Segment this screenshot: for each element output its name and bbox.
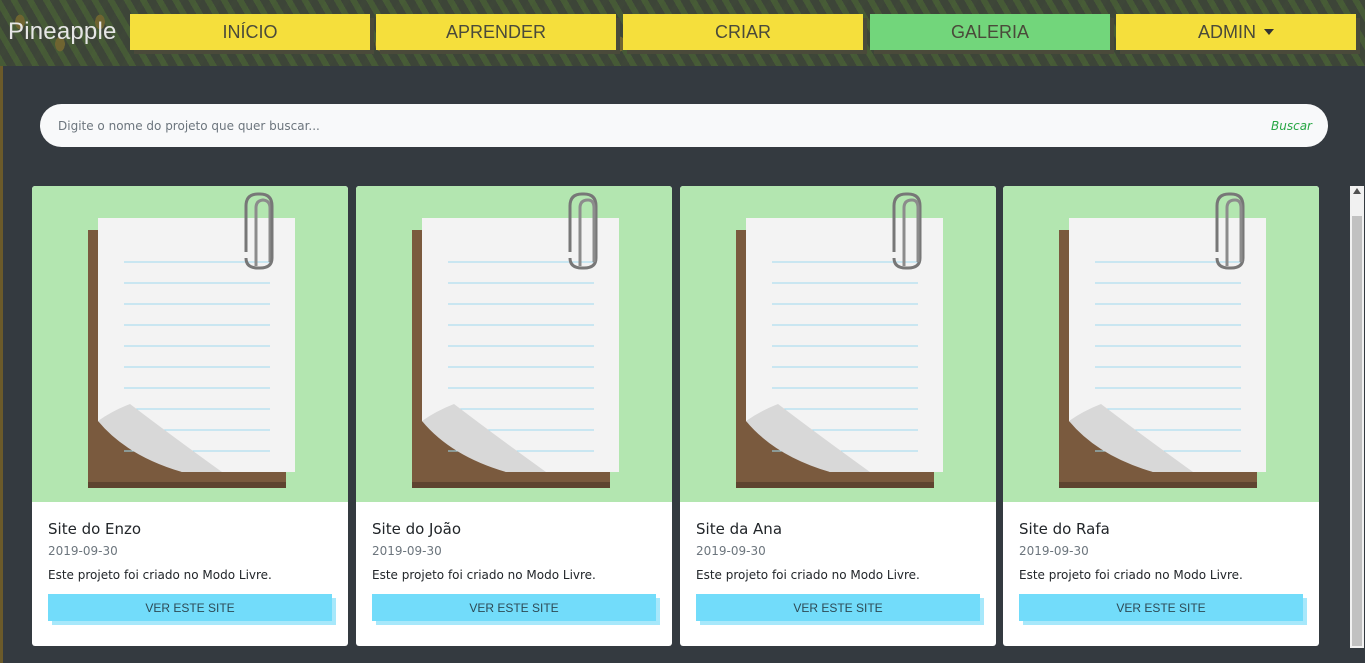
project-card: Site da Ana 2019-09-30 Este projeto foi …	[680, 186, 996, 646]
view-site-button[interactable]: VER ESTE SITE	[1019, 594, 1303, 621]
project-title: Site do João	[372, 520, 462, 538]
project-card: Site do Rafa 2019-09-30 Este projeto foi…	[1003, 186, 1319, 646]
project-card: Site do Enzo 2019-09-30 Este projeto foi…	[32, 186, 348, 646]
notepad-paperclip-icon	[1003, 186, 1319, 502]
search-button[interactable]: Buscar	[1271, 119, 1312, 133]
scroll-thumb[interactable]	[1352, 216, 1362, 646]
project-description: Este projeto foi criado no Modo Livre.	[372, 568, 596, 582]
notepad-paperclip-icon	[32, 186, 348, 502]
project-title: Site do Rafa	[1019, 520, 1110, 538]
view-site-button[interactable]: VER ESTE SITE	[48, 594, 332, 621]
view-site-button[interactable]: VER ESTE SITE	[696, 594, 980, 621]
nav-criar-button[interactable]: CRIAR	[623, 14, 863, 50]
project-title: Site da Ana	[696, 520, 783, 538]
nav-galeria-button[interactable]: GALERIA	[870, 14, 1110, 50]
project-description: Este projeto foi criado no Modo Livre.	[696, 568, 920, 582]
brand-logo[interactable]: Pineapple	[8, 18, 117, 46]
vertical-scrollbar[interactable]	[1350, 186, 1364, 648]
nav-label: ADMIN	[1198, 21, 1256, 42]
nav-label: INÍCIO	[222, 21, 278, 42]
nav-label: GALERIA	[950, 21, 1030, 42]
search-input[interactable]	[56, 117, 1160, 134]
project-date: 2019-09-30	[48, 544, 118, 558]
top-navbar: Pineapple INÍCIO APRENDER CRIAR GALERIA …	[0, 0, 1365, 66]
project-description: Este projeto foi criado no Modo Livre.	[1019, 568, 1243, 582]
view-site-button[interactable]: VER ESTE SITE	[372, 594, 656, 621]
project-date: 2019-09-30	[372, 544, 442, 558]
project-card: Site do João 2019-09-30 Este projeto foi…	[356, 186, 672, 646]
notepad-paperclip-icon	[680, 186, 996, 502]
nav-inicio-button[interactable]: INÍCIO	[130, 14, 370, 50]
caret-down-icon	[1264, 29, 1274, 35]
nav-label: CRIAR	[714, 21, 771, 42]
scroll-up-arrow-icon[interactable]	[1353, 188, 1361, 194]
left-edge-strip	[0, 66, 3, 663]
nav-aprender-button[interactable]: APRENDER	[376, 14, 616, 50]
notepad-paperclip-icon	[356, 186, 672, 502]
search-bar: Buscar	[40, 104, 1328, 147]
project-title: Site do Enzo	[48, 520, 142, 538]
nav-label: APRENDER	[445, 21, 547, 42]
nav-admin-dropdown[interactable]: ADMIN	[1116, 14, 1356, 50]
project-description: Este projeto foi criado no Modo Livre.	[48, 568, 272, 582]
project-date: 2019-09-30	[696, 544, 766, 558]
project-date: 2019-09-30	[1019, 544, 1089, 558]
